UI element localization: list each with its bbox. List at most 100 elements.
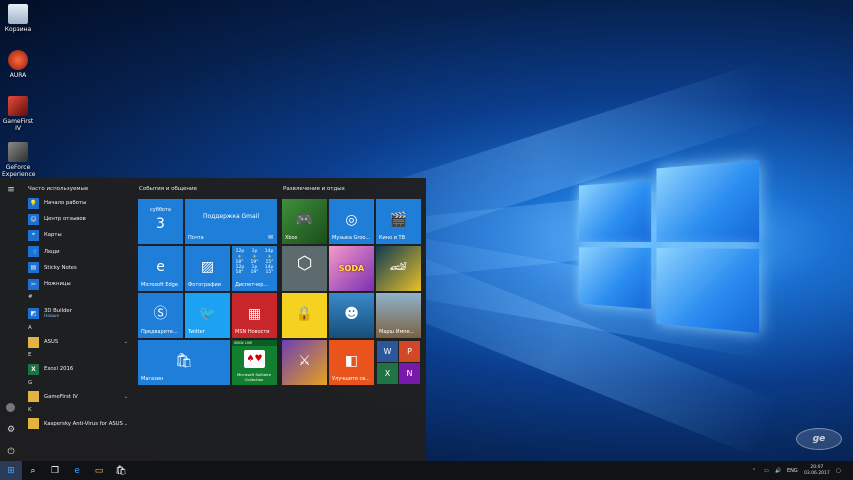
tile-store[interactable]: 🛍 Магазин: [138, 340, 230, 385]
tile-label: Xbox: [285, 235, 298, 241]
tile-candy-crush-soda[interactable]: SODA: [329, 246, 374, 291]
folder-icon: [28, 336, 39, 348]
onenote-icon[interactable]: N: [399, 363, 420, 384]
section-letter[interactable]: A: [24, 323, 132, 334]
app-item-people[interactable]: 👥 Люди: [24, 244, 132, 260]
section-letter[interactable]: G: [24, 378, 132, 389]
taskbar-store-button[interactable]: 🛍: [110, 461, 132, 480]
tile-calendar[interactable]: суббота 3: [138, 199, 183, 244]
power-icon[interactable]: ⏻: [5, 446, 17, 458]
tile-lock-app[interactable]: 🔒: [282, 293, 327, 338]
tile-skype[interactable]: Ⓢ Предварите...: [138, 293, 183, 338]
action-center-button[interactable]: ▢: [836, 461, 841, 480]
windows-start-icon: ⊞: [7, 465, 15, 476]
app-item-kaspersky-folder[interactable]: Kaspersky Anti-Virus for ASUS ⌄: [24, 416, 132, 432]
task-view-button[interactable]: ❐: [44, 461, 66, 480]
tile-xbox[interactable]: 🎮 Xbox: [282, 199, 327, 244]
tray-network[interactable]: ▭: [764, 461, 769, 480]
tile-office-apps[interactable]: W P X N: [376, 340, 421, 385]
app-item-get-started[interactable]: 💡 Начало работы: [24, 195, 132, 211]
taskbar-file-explorer-button[interactable]: ▭: [88, 461, 110, 480]
tile-solitaire[interactable]: XBOX LIVE ♠♥ Microsoft Solitaire Collect…: [232, 340, 277, 385]
edge-icon: e: [74, 465, 80, 476]
app-item-3d-builder[interactable]: ◩ 3D Builder Новые: [24, 303, 132, 323]
search-icon: ⌕: [30, 465, 36, 476]
scissors-icon: ✂: [28, 278, 39, 290]
tile-weather[interactable]: 12p 1p 14p ☀ ☀ ☀ 18° 19° 15° 12p 1p 14p 18° 19° 15…: [232, 246, 277, 291]
start-menu: ≡ ⚙ ⏻ Часто используемые 💡 Начало работы…: [0, 178, 426, 461]
tile-movies-tv[interactable]: 🎬 Кино и ТВ: [376, 199, 421, 244]
race-car-icon: 🏎: [389, 258, 408, 275]
tile-groove-music[interactable]: ◎ Музыка Groo...: [329, 199, 374, 244]
app-item-gamefirst-folder[interactable]: GameFirst IV ⌄: [24, 389, 132, 405]
xbox-avatars-icon: 🎮: [295, 211, 314, 228]
group-title-left[interactable]: События и общение: [139, 186, 197, 192]
tile-edge[interactable]: e Microsoft Edge: [138, 246, 183, 291]
app-item-sticky-notes[interactable]: ▤ Sticky Notes: [24, 260, 132, 276]
user-avatar-icon[interactable]: [6, 403, 15, 412]
chevron-down-icon: ⌄: [123, 393, 128, 400]
tile-fallout-shelter[interactable]: ☻: [329, 293, 374, 338]
desktop-icon-recycle-bin[interactable]: Корзина: [2, 4, 34, 33]
tile-twitter[interactable]: 🐦 Twitter: [185, 293, 230, 338]
lightbulb-icon: 💡: [28, 197, 39, 209]
tile-label: Улучшите св...: [332, 376, 371, 382]
section-letter[interactable]: E: [24, 350, 132, 361]
app-item-label: 3D Builder: [44, 307, 72, 314]
search-button[interactable]: ⌕: [22, 461, 44, 480]
tile-label: Магазин: [141, 376, 164, 382]
section-letter[interactable]: K: [24, 405, 132, 416]
groove-music-icon: ◎: [345, 211, 358, 228]
tile-asphalt[interactable]: 🏎: [376, 246, 421, 291]
app-item-asus-folder[interactable]: ASUS ⌄: [24, 334, 132, 350]
hamburger-menu-icon[interactable]: ≡: [5, 184, 17, 196]
network-icon: ▭: [764, 467, 769, 474]
desktop-icon-label: AURA: [9, 72, 27, 79]
app-item-new-badge: Новые: [44, 313, 60, 319]
powerpoint-icon[interactable]: P: [399, 341, 420, 362]
group-title-right[interactable]: Развлечения и отдых: [283, 186, 345, 192]
app-item-maps[interactable]: ⌖ Карты: [24, 227, 132, 243]
tile-march-of-empires[interactable]: Марш Импе...: [376, 293, 421, 338]
calendar-day: суббота: [150, 207, 171, 213]
excel-icon: X: [28, 363, 39, 375]
word-icon[interactable]: W: [377, 341, 398, 362]
app-item-excel[interactable]: X Excel 2016: [24, 361, 132, 377]
settings-gear-icon[interactable]: ⚙: [5, 424, 17, 436]
skype-icon: Ⓢ: [153, 305, 168, 322]
start-rail: ≡ ⚙ ⏻: [0, 178, 22, 461]
tray-overflow-button[interactable]: ⌃: [752, 461, 756, 480]
tile-get-office[interactable]: ◧ Улучшите св...: [329, 340, 374, 385]
taskbar-edge-button[interactable]: e: [66, 461, 88, 480]
desktop-icon-gamefirst[interactable]: GameFirst IV: [2, 96, 34, 132]
desktop-icon-aura[interactable]: AURA: [2, 50, 34, 79]
tray-volume[interactable]: 🔊: [775, 461, 781, 480]
tray-language[interactable]: ENG: [787, 461, 798, 480]
tray-clock[interactable]: 20:07 03.06.2017: [804, 461, 830, 480]
app-item-label: Sticky Notes: [44, 264, 77, 271]
news-icon: ▦: [247, 305, 262, 322]
tile-label: Microsoft Edge: [141, 282, 178, 288]
tile-mail[interactable]: Поддержка Gmail Почта ✉: [185, 199, 277, 244]
folder-icon: [28, 418, 39, 430]
app-item-label: Kaspersky Anti-Virus for ASUS: [44, 420, 123, 427]
calendar-date: 3: [156, 216, 165, 232]
tile-label: Microsoft Solitaire Collection: [236, 372, 271, 382]
desktop-icon-geforce[interactable]: GeForce Experience: [2, 142, 35, 178]
section-letter[interactable]: #: [24, 292, 132, 303]
tile-photos[interactable]: ▨ Фотографии: [185, 246, 230, 291]
geforce-icon: [8, 142, 28, 162]
app-item-snipping-tool[interactable]: ✂ Ножницы: [24, 276, 132, 292]
app-item-feedback[interactable]: ☺ Центр отзывов: [24, 211, 132, 227]
3d-builder-icon: ◩: [28, 307, 39, 319]
start-button[interactable]: ⊞: [0, 461, 22, 480]
tile-royal-revolt[interactable]: ⚔: [282, 340, 327, 385]
app-item-label: Люди: [44, 248, 60, 255]
excel-tile-icon[interactable]: X: [377, 363, 398, 384]
candy-crush-logo: SODA: [338, 264, 365, 273]
recycle-bin-icon: [8, 4, 28, 24]
tile-msn-news[interactable]: ▦ MSN Новости: [232, 293, 277, 338]
tile-hexagon-app[interactable]: ⬡: [282, 246, 327, 291]
most-used-title: Часто используемые: [28, 186, 89, 192]
playing-cards-icon: ♠♥: [244, 350, 265, 368]
